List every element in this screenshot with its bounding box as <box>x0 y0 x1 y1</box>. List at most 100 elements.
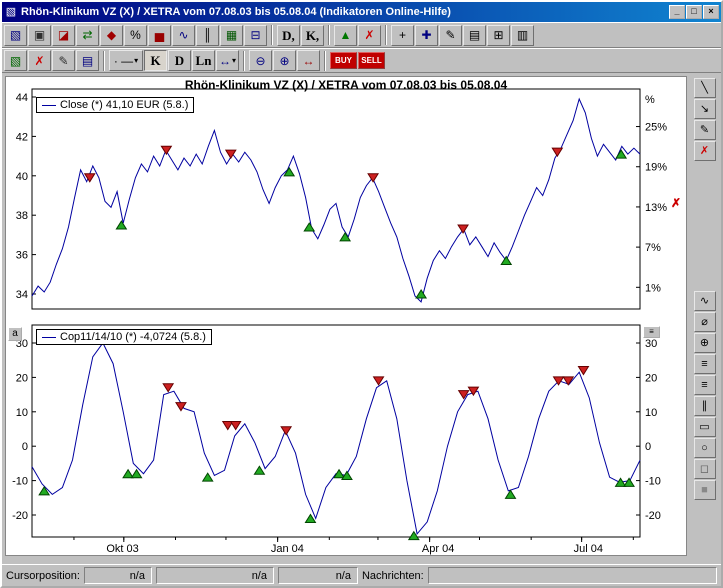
copy-button[interactable]: ▣ <box>28 25 51 46</box>
indicator-add-button[interactable]: ▲ <box>334 25 357 46</box>
maximize-button[interactable]: □ <box>686 5 702 19</box>
svg-text:Jan 04: Jan 04 <box>271 543 304 555</box>
sell-signal-marker <box>176 403 186 411</box>
time-zones-tool-icon: ≡ <box>701 359 707 370</box>
indicator-line-sample-icon <box>42 337 56 338</box>
daily-period-button[interactable]: D, <box>277 25 300 46</box>
freehand-tool-button[interactable]: ✎ <box>694 120 716 140</box>
line-style-dropdown-icon: ▾ <box>134 56 138 65</box>
chart-canvas[interactable]: 444240383634%25%19%13%7%1%30302020101000… <box>5 76 687 556</box>
signals-button[interactable]: ◆ <box>100 25 123 46</box>
time-zones-tool-button[interactable]: ≡ <box>694 354 716 374</box>
line-style-button[interactable]: · —▾ <box>109 50 143 71</box>
zoom-area-tool-button[interactable]: ⊕ <box>694 333 716 353</box>
wave-tool-button[interactable]: ∿ <box>694 291 716 311</box>
line-chart-button[interactable]: ∿ <box>172 25 195 46</box>
toolbar-separator <box>385 25 387 45</box>
minimize-button[interactable]: _ <box>669 5 685 19</box>
new-view-button[interactable]: ▧ <box>4 50 27 71</box>
zoom-in-button[interactable]: ⊕ <box>273 50 296 71</box>
chart-plot-svg[interactable]: 444240383634%25%19%13%7%1%30302020101000… <box>6 77 688 557</box>
retracement-tool-button[interactable]: ≡ <box>694 375 716 395</box>
drawing-tools-sidebar: ╲↘✎✗ ∿ ⌀⊕ ≡ ≡ ∥ ▭○ ◻ ■ <box>690 76 719 561</box>
fibonacci-arc-tool-button[interactable]: ⌀ <box>694 312 716 332</box>
eraser-tool-button[interactable]: ◻ <box>694 459 716 479</box>
buy-marker-button[interactable]: BUY <box>330 52 357 69</box>
delete-drawing-tool-button[interactable]: ✗ <box>694 141 716 161</box>
scroll-mode-button[interactable]: ↔▾ <box>216 50 239 71</box>
notes-button[interactable]: ▤ <box>463 25 486 46</box>
svg-text:44: 44 <box>16 92 28 104</box>
template-icon: ▤ <box>82 55 93 67</box>
candle-mode-button[interactable]: K <box>144 50 167 71</box>
channel-tool-icon: ∥ <box>702 401 708 412</box>
data-grid-icon: ⊞ <box>493 29 503 41</box>
svg-text:Jul 04: Jul 04 <box>574 543 603 555</box>
buy-signal-marker <box>616 150 626 158</box>
title-bar[interactable]: ▧ Rhön-Klinikum VZ (X) / XETRA vom 07.08… <box>2 2 721 22</box>
delete-signal-button[interactable]: ✗ <box>28 50 51 71</box>
svg-text:0: 0 <box>22 441 28 453</box>
svg-text:19%: 19% <box>645 162 667 174</box>
log-scale-button[interactable]: Ln <box>192 50 215 71</box>
svg-text:-10: -10 <box>645 476 661 488</box>
scroll-mode-icon: ↔ <box>219 55 231 67</box>
signals-icon: ◆ <box>107 29 116 41</box>
indicator-panel-marker[interactable]: a <box>8 327 22 341</box>
new-view-icon: ▧ <box>10 55 21 67</box>
channel-tool-button[interactable]: ∥ <box>694 396 716 416</box>
percent-scale-button[interactable]: % <box>124 25 147 46</box>
zoom-in-icon: ⊕ <box>279 55 289 67</box>
buy-signal-marker <box>305 514 315 522</box>
svg-text:36: 36 <box>16 250 28 262</box>
indicator-remove-button[interactable]: ✗ <box>358 25 381 46</box>
histogram-icon: ▅ <box>155 29 164 41</box>
draw-button[interactable]: ✎ <box>439 25 462 46</box>
fill-tool-button[interactable]: ■ <box>694 480 716 500</box>
close-percent-scale-button[interactable]: ✗ <box>669 196 683 210</box>
sell-marker-label: SELL <box>361 56 381 65</box>
data-grid-button[interactable]: ⊞ <box>487 25 510 46</box>
buy-marker-label: BUY <box>335 56 352 65</box>
rectangle-tool-button[interactable]: ▭ <box>694 417 716 437</box>
trendline-tool-button[interactable]: ╲ <box>694 78 716 98</box>
price-line <box>32 99 640 302</box>
indicator-scale-menu-button[interactable]: ≡ <box>643 326 660 338</box>
page-layout-button[interactable]: ▥ <box>511 25 534 46</box>
indicator-remove-icon: ✗ <box>364 29 374 41</box>
chart-wizard-button[interactable]: ▧ <box>4 25 27 46</box>
svg-text:7%: 7% <box>645 242 661 254</box>
edit-button[interactable]: ✎ <box>52 50 75 71</box>
indicator-line <box>32 343 640 534</box>
wave-tool-icon: ∿ <box>700 296 709 307</box>
crosshair-button[interactable]: + <box>391 25 414 46</box>
zoom-out-button[interactable]: ⊖ <box>249 50 272 71</box>
messages-label: Nachrichten: <box>362 570 424 582</box>
quote-table-button[interactable]: ▦ <box>220 25 243 46</box>
price-legend[interactable]: Close (*) 41,10 EUR (5.8.) <box>36 97 194 113</box>
window-title: Rhön-Klinikum VZ (X) / XETRA vom 07.08.0… <box>21 6 666 18</box>
tile-windows-button[interactable]: ⊟ <box>244 25 267 46</box>
indicator-legend[interactable]: Cop11/14/10 (*) -4,0724 (5.8.) <box>36 329 212 345</box>
ellipse-tool-button[interactable]: ○ <box>694 438 716 458</box>
main-toolbar: ▧▣◪ ⇄ ◆% ▅ ∿║▦⊟ D,K, ▲ ✗ +✚✎▤ ⊞ ▥ <box>2 22 721 48</box>
pointer-move-button[interactable]: ✚ <box>415 25 438 46</box>
template-button[interactable]: ▤ <box>76 50 99 71</box>
zoom-range-button[interactable]: ↔ <box>297 50 320 71</box>
svg-text:10: 10 <box>645 407 657 419</box>
chart-export-button[interactable]: ◪ <box>52 25 75 46</box>
close-button[interactable]: × <box>703 5 719 19</box>
price-line-sample-icon <box>42 105 56 106</box>
weekly-period-button[interactable]: K, <box>301 25 324 46</box>
svg-text:34: 34 <box>16 289 28 301</box>
daily-mode-button[interactable]: D <box>168 50 191 71</box>
sell-marker-button[interactable]: SELL <box>358 52 385 69</box>
compare-button[interactable]: ⇄ <box>76 25 99 46</box>
buy-signal-marker <box>203 473 213 481</box>
arrow-tool-button[interactable]: ↘ <box>694 99 716 119</box>
histogram-button[interactable]: ▅ <box>148 25 171 46</box>
compare-icon: ⇄ <box>82 29 92 41</box>
candlestick-button[interactable]: ║ <box>196 25 219 46</box>
eraser-tool-icon: ◻ <box>700 464 709 475</box>
svg-text:Apr 04: Apr 04 <box>422 543 454 555</box>
